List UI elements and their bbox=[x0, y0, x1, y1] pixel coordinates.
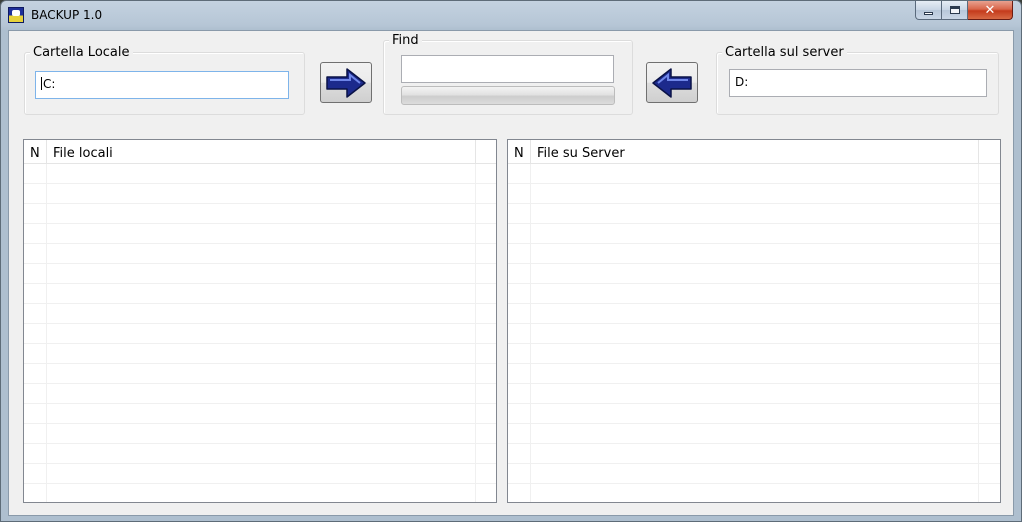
minimize-icon bbox=[924, 11, 933, 15]
local-folder-label: Cartella Locale bbox=[30, 45, 133, 60]
local-folder-input[interactable]: C: bbox=[35, 71, 289, 99]
local-files-rows[interactable] bbox=[24, 164, 496, 502]
client-area: Cartella Locale C: Find Cartella sul ser… bbox=[8, 30, 1014, 516]
column-header-server-files[interactable]: File su Server bbox=[531, 140, 979, 164]
server-folder-value: D: bbox=[735, 75, 749, 89]
column-header-filler[interactable] bbox=[979, 140, 1000, 164]
column-gridline bbox=[978, 164, 979, 502]
column-header-local-files[interactable]: File locali bbox=[47, 140, 476, 164]
window-title: BACKUP 1.0 bbox=[31, 8, 103, 22]
arrow-right-icon bbox=[326, 67, 366, 98]
column-header-number[interactable]: N bbox=[24, 140, 47, 164]
find-label: Find bbox=[389, 33, 422, 48]
find-input[interactable] bbox=[401, 55, 614, 83]
server-folder-input[interactable]: D: bbox=[729, 69, 987, 97]
app-window: BACKUP 1.0 ✕ Cartella Locale C: Find Car… bbox=[0, 0, 1022, 522]
local-folder-value: C: bbox=[43, 77, 56, 91]
copy-to-local-button[interactable] bbox=[646, 62, 698, 103]
server-files-header: N File su Server bbox=[508, 140, 1000, 164]
close-button[interactable]: ✕ bbox=[968, 1, 1013, 20]
column-gridline bbox=[530, 164, 531, 502]
minimize-button[interactable] bbox=[915, 1, 942, 20]
close-icon: ✕ bbox=[984, 2, 996, 18]
find-progress-bar bbox=[401, 86, 615, 105]
server-files-rows[interactable] bbox=[508, 164, 1000, 502]
maximize-button[interactable] bbox=[942, 1, 968, 20]
window-controls: ✕ bbox=[915, 1, 1013, 21]
column-gridline bbox=[475, 164, 476, 502]
text-caret bbox=[41, 77, 42, 90]
local-files-list[interactable]: N File locali bbox=[23, 139, 497, 503]
column-gridline bbox=[46, 164, 47, 502]
local-files-header: N File locali bbox=[24, 140, 496, 164]
column-header-number[interactable]: N bbox=[508, 140, 531, 164]
arrow-left-icon bbox=[652, 67, 692, 98]
server-folder-label: Cartella sul server bbox=[722, 45, 847, 60]
app-icon[interactable] bbox=[8, 7, 24, 23]
maximize-icon bbox=[949, 6, 960, 14]
server-files-list[interactable]: N File su Server bbox=[507, 139, 1001, 503]
title-bar[interactable]: BACKUP 1.0 ✕ bbox=[1, 1, 1021, 30]
copy-to-server-button[interactable] bbox=[320, 62, 372, 103]
column-header-filler[interactable] bbox=[476, 140, 496, 164]
